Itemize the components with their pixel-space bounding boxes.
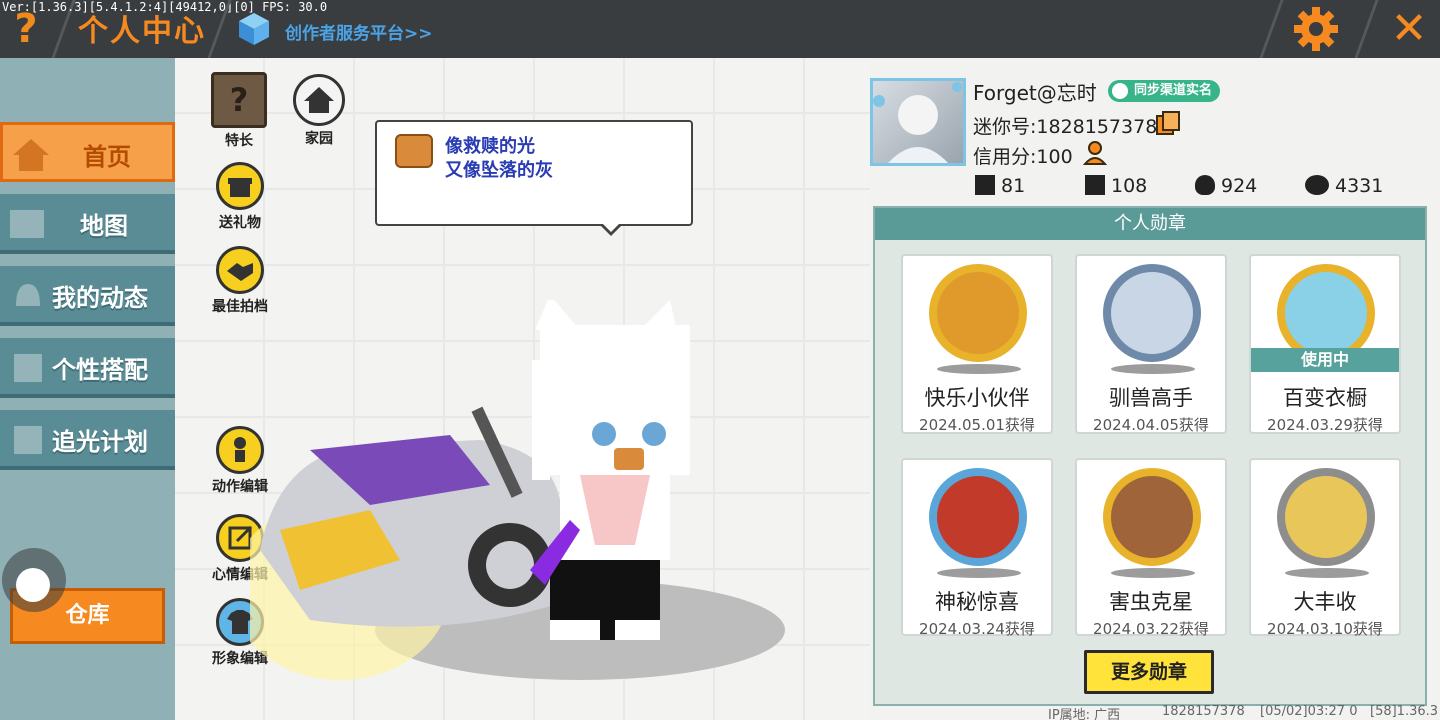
medal-card[interactable]: 快乐小伙伴 2024.05.01获得 [901,254,1053,434]
mini-id: 迷你号:1828157378 [973,116,1158,138]
sidebar-item-label: 地图 [80,212,128,240]
stat-plus-value: 81 [1001,175,1026,197]
credit-info-icon[interactable] [1083,140,1111,166]
footer-uid: 1828157378 [1162,704,1245,719]
close-button[interactable]: ✕ [1385,4,1433,54]
medal-date: 2024.03.24获得 [919,620,1035,638]
mood-line-1: 像救赎的光 [445,136,535,157]
house-icon [293,74,345,126]
tool-label: 家园 [305,131,333,147]
stat-plus: 81 [975,175,1025,197]
mood-avatar-icon [395,134,433,168]
tool-label: 特长 [225,133,253,149]
stat-popularity-value: 924 [1221,175,1258,197]
character-and-car-model[interactable] [250,300,790,680]
copy-icon[interactable] [1155,110,1181,136]
medal-name: 神秘惊喜 [935,590,1019,614]
medal-panel: 个人勋章 快乐小伙伴 2024.05.01获得 驯兽高手 2024.04.05获… [873,206,1427,706]
outfit-icon [14,354,42,382]
medal-card[interactable]: 神秘惊喜 2024.03.24获得 [901,458,1053,638]
medal-shadow [937,568,1021,578]
map-icon [10,210,44,238]
heart-icon [1305,175,1329,195]
sidebar-item-label: 个性搭配 [52,356,148,384]
real-name-badge[interactable]: 同步渠道实名 [1108,80,1221,102]
medal-date: 2024.03.10获得 [1267,620,1383,638]
stat-fans-value: 108 [1111,175,1148,197]
creator-cube-icon[interactable] [238,12,270,46]
medal-icon [1103,264,1201,362]
medal-name: 百变衣橱 [1283,386,1367,410]
medal-icon [1277,468,1375,566]
question-block-icon: ? [211,72,267,128]
bubble-tail-fill [601,222,621,232]
ip-location: IP属地: 广西 [1048,708,1121,720]
medal-name: 大丰收 [1293,590,1357,614]
joystick-knob[interactable] [16,568,50,602]
sidebar-item-label: 首页 [83,143,131,171]
medal-name: 驯兽高手 [1109,386,1193,410]
home-icon [13,139,49,171]
send-gift-button[interactable]: 送礼物 [210,162,270,232]
stat-likes: 4331 [1305,175,1383,197]
medal-card[interactable]: 驯兽高手 2024.04.05获得 [1075,254,1227,434]
sidebar-item-label: 我的动态 [52,284,148,312]
medal-date: 2024.03.22获得 [1093,620,1209,638]
sidebar-item-activity[interactable]: 我的动态 [0,266,175,326]
medal-date: 2024.04.05获得 [1093,416,1209,434]
in-use-badge: 使用中 [1251,348,1399,372]
sidebar-item-outfit[interactable]: 个性搭配 [0,338,175,398]
username: Forget@忘时 [973,81,1097,105]
medal-date: 2024.05.01获得 [919,416,1035,434]
sidebar-item-plan[interactable]: 追光计划 [0,410,175,470]
footer-build: [58]1.36.3 [1370,704,1439,719]
medal-shadow [937,364,1021,374]
version-text: Ver:[1.36.3][5.4.1.2:4][49412,0][0] FPS:… [2,0,328,14]
more-medals-button[interactable]: 更多勋章 [1084,650,1214,694]
flame-icon [1195,175,1215,195]
creator-platform-link[interactable]: 创作者服务平台>> [285,19,433,44]
plan-icon [14,426,42,454]
medal-date: 2024.03.29获得 [1267,416,1383,434]
stat-popularity: 924 [1195,175,1257,197]
stat-likes-value: 4331 [1335,175,1384,197]
plus-icon [975,175,995,195]
sidebar-item-home[interactable]: 首页 [0,122,175,182]
medal-name: 快乐小伙伴 [924,386,1030,410]
divider [1259,0,1284,58]
medal-card[interactable]: 大丰收 2024.03.10获得 [1249,458,1401,638]
virtual-joystick[interactable] [2,548,66,612]
handshake-icon [216,246,264,294]
divider [1354,0,1379,58]
fans-icon [1085,175,1105,195]
medal-card[interactable]: 使用中 百变衣橱 2024.03.29获得 [1249,254,1401,434]
avatar[interactable] [870,78,966,166]
medal-icon [929,468,1027,566]
medal-card[interactable]: 害虫克星 2024.03.22获得 [1075,458,1227,638]
medal-icon [929,264,1027,362]
specialty-button[interactable]: ? 特长 [208,72,270,150]
gift-icon [216,162,264,210]
medal-shadow [1111,568,1195,578]
footer-time: [05/02]03:27 0 [1260,704,1358,719]
mood-speech-bubble[interactable]: 像救赎的光 又像坠落的灰 [375,120,693,236]
medal-icon [1103,468,1201,566]
sidebar-item-map[interactable]: 地图 [0,194,175,254]
medal-shadow [1285,568,1369,578]
sidebar-item-label: 追光计划 [52,428,148,456]
bell-icon [16,284,40,306]
stat-fans: 108 [1085,175,1147,197]
top-bar: ? 个人中心 Ver:[1.36.3][5.4.1.2:4][49412,0][… [0,0,1440,58]
credit-score: 信用分:100 [973,146,1073,168]
settings-gear-icon[interactable] [1292,5,1340,53]
tool-label: 送礼物 [219,215,261,231]
medal-panel-title: 个人勋章 [875,208,1425,240]
medal-shadow [1111,364,1195,374]
mood-line-2: 又像坠落的灰 [445,160,553,181]
homeland-button[interactable]: 家园 [288,74,350,148]
medal-name: 害虫克星 [1109,590,1193,614]
